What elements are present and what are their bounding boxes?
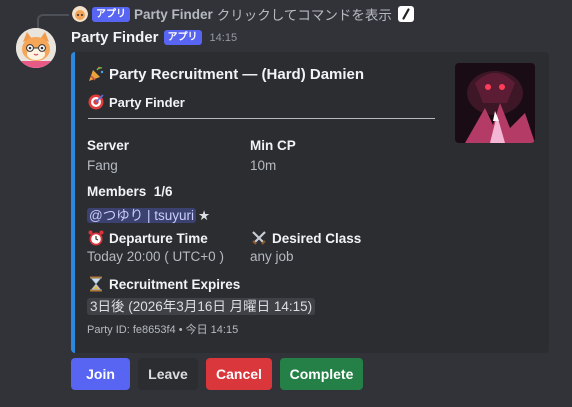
embed-author-name: Party Finder xyxy=(109,94,185,110)
reply-author-name[interactable]: Party Finder xyxy=(134,7,213,22)
message-timestamp[interactable]: 14:15 xyxy=(210,32,238,44)
member-mention[interactable]: @つゆり | tsuyuri xyxy=(87,208,196,223)
expires-relative: 3日後 xyxy=(90,299,125,314)
expires-label: Recruitment Expires xyxy=(109,276,241,292)
boss-thumbnail[interactable] xyxy=(455,63,535,143)
class-label: Desired Class xyxy=(272,230,362,246)
field-expires-name: Recruitment Expires xyxy=(87,275,240,293)
leave-button[interactable]: Leave xyxy=(138,358,198,390)
leader-star: ★ xyxy=(197,208,211,223)
author-name[interactable]: Party Finder xyxy=(71,29,159,46)
action-buttons: Join Leave Cancel Complete xyxy=(71,358,363,390)
field-mincp-value: 10m xyxy=(250,158,277,173)
reply-app-badge: アプリ xyxy=(92,6,130,22)
complete-button[interactable]: Complete xyxy=(280,358,363,390)
embed-title-text: Party Recruitment — (Hard) Damien xyxy=(109,65,365,83)
field-departure-value: Today 20:00 ( UTC+0 ) xyxy=(87,249,224,264)
field-server-name: Server xyxy=(87,138,130,153)
embed-footer: Party ID: fe8653f4 • 今日 14:15 xyxy=(87,324,239,336)
embed-author: Party Finder xyxy=(87,93,185,111)
hourglass-icon xyxy=(87,275,105,293)
crossed-swords-icon xyxy=(250,229,268,247)
party-popper-icon xyxy=(87,65,105,83)
expires-absolute: (2026年3月16日 月曜日 14:15) xyxy=(128,299,313,314)
field-class-name: Desired Class xyxy=(250,229,361,247)
field-server-value: Fang xyxy=(87,158,118,173)
field-members-value: @つゆり | tsuyuri ★ xyxy=(87,204,210,224)
join-button[interactable]: Join xyxy=(71,358,130,390)
message-header: Party Finder アプリ 14:15 xyxy=(71,29,237,46)
reply-preview[interactable]: アプリ Party Finder クリックしてコマンドを表示 xyxy=(72,4,414,24)
slash-command-icon xyxy=(397,6,414,22)
app-badge: アプリ xyxy=(163,30,202,45)
field-mincp-name: Min CP xyxy=(250,138,296,153)
cancel-button[interactable]: Cancel xyxy=(206,358,272,390)
departure-label: Departure Time xyxy=(109,230,208,246)
target-icon xyxy=(87,93,105,111)
expires-timestamp[interactable]: 3日後 (2026年3月16日 月曜日 14:15) xyxy=(87,298,316,315)
field-class-value: any job xyxy=(250,249,294,264)
party-embed: Party Recruitment — (Hard) Damien Party … xyxy=(71,52,549,353)
author-avatar[interactable] xyxy=(16,28,56,68)
field-departure-name: Departure Time xyxy=(87,229,208,247)
embed-divider xyxy=(88,118,435,119)
reply-command-text[interactable]: クリックしてコマンドを表示 xyxy=(217,4,392,24)
reply-avatar xyxy=(72,6,88,22)
field-members-name: Members 1/6 xyxy=(87,184,173,199)
embed-title: Party Recruitment — (Hard) Damien xyxy=(87,65,364,83)
alarm-clock-icon xyxy=(87,229,105,247)
field-expires-value: 3日後 (2026年3月16日 月曜日 14:15) xyxy=(87,295,316,315)
